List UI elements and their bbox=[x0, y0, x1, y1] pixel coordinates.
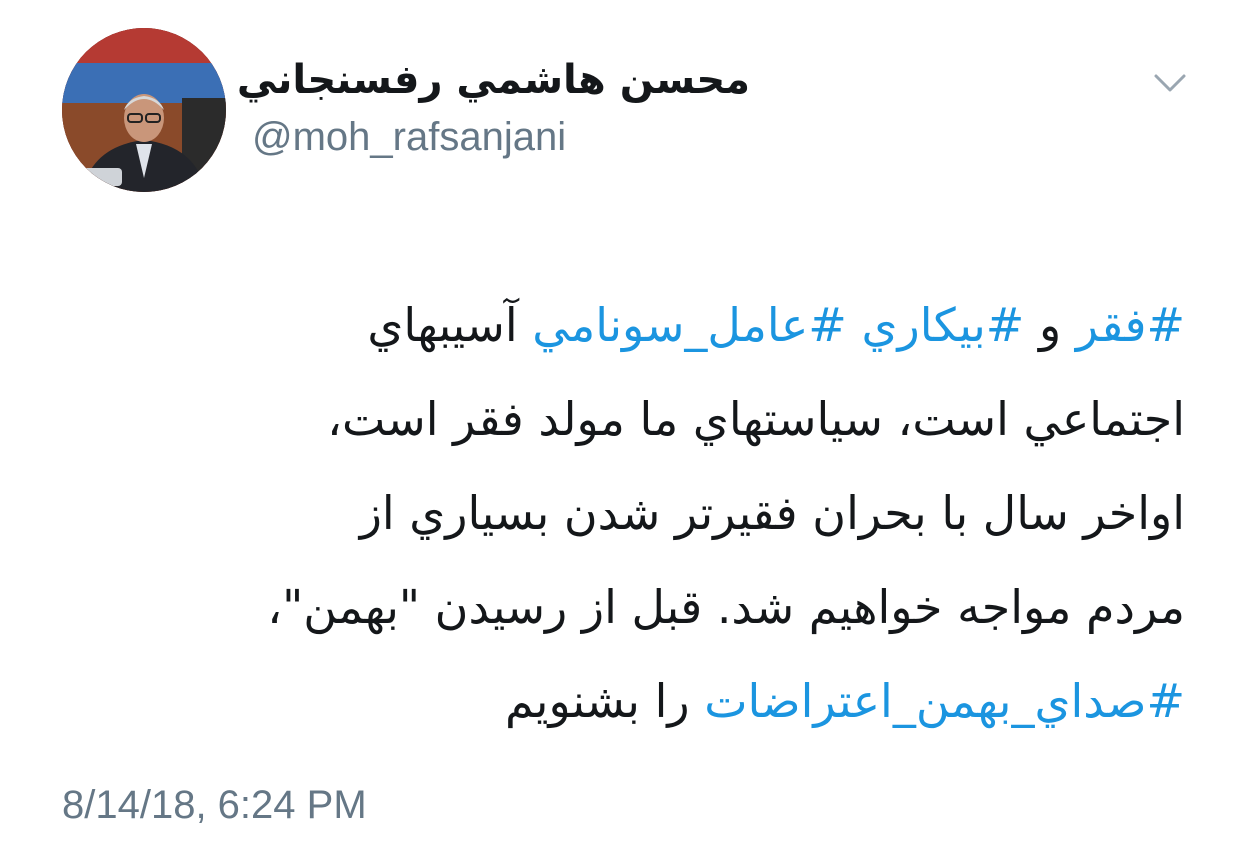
author-handle[interactable]: @moh_rafsanjani bbox=[252, 112, 566, 162]
hashtag-link[interactable]: #فقر bbox=[1076, 298, 1185, 352]
author-display-name[interactable]: محسن هاشمي رفسنجاني bbox=[237, 52, 750, 108]
hashtag-link[interactable]: #صداي_بهمن_اعتراضات bbox=[704, 674, 1185, 728]
profile-photo-icon bbox=[62, 28, 226, 192]
tweet-line-4: مردم مواجه خواهيم شد. قبل از رسيدن "بهمن… bbox=[267, 580, 1185, 634]
tweet-text-segment: را بشنويم bbox=[505, 674, 705, 728]
hashtag-link[interactable]: #بيكاري bbox=[861, 298, 1024, 352]
tweet-line-5: #صداي_بهمن_اعتراضات را بشنويم bbox=[60, 654, 1185, 748]
tweet-card: محسن هاشمي رفسنجاني @moh_rafsanjani #فقر… bbox=[0, 0, 1242, 863]
tweet-text: #فقر و #بيكاري #عامل_سونامي آسيبهاي اجتم… bbox=[60, 278, 1185, 748]
chevron-down-icon bbox=[1154, 74, 1186, 92]
tweet-timestamp[interactable]: 8/14/18, 6:24 PM bbox=[62, 780, 367, 830]
avatar[interactable] bbox=[62, 28, 226, 192]
tweet-line-1: #فقر و #بيكاري #عامل_سونامي آسيبهاي bbox=[60, 278, 1185, 372]
tweet-menu-button[interactable] bbox=[1150, 68, 1190, 98]
tweet-text-segment: و bbox=[1024, 298, 1076, 352]
tweet-text-segment bbox=[847, 298, 862, 352]
tweet-line-2: اجتماعي است، سياستهاي ما مولد فقر است، bbox=[327, 392, 1185, 446]
tweet-line-3: اواخر سال با بحران فقيرتر شدن بسياري از bbox=[359, 486, 1185, 540]
tweet-text-segment: آسيبهاي bbox=[367, 298, 533, 352]
hashtag-link[interactable]: #عامل_سونامي bbox=[532, 298, 847, 352]
